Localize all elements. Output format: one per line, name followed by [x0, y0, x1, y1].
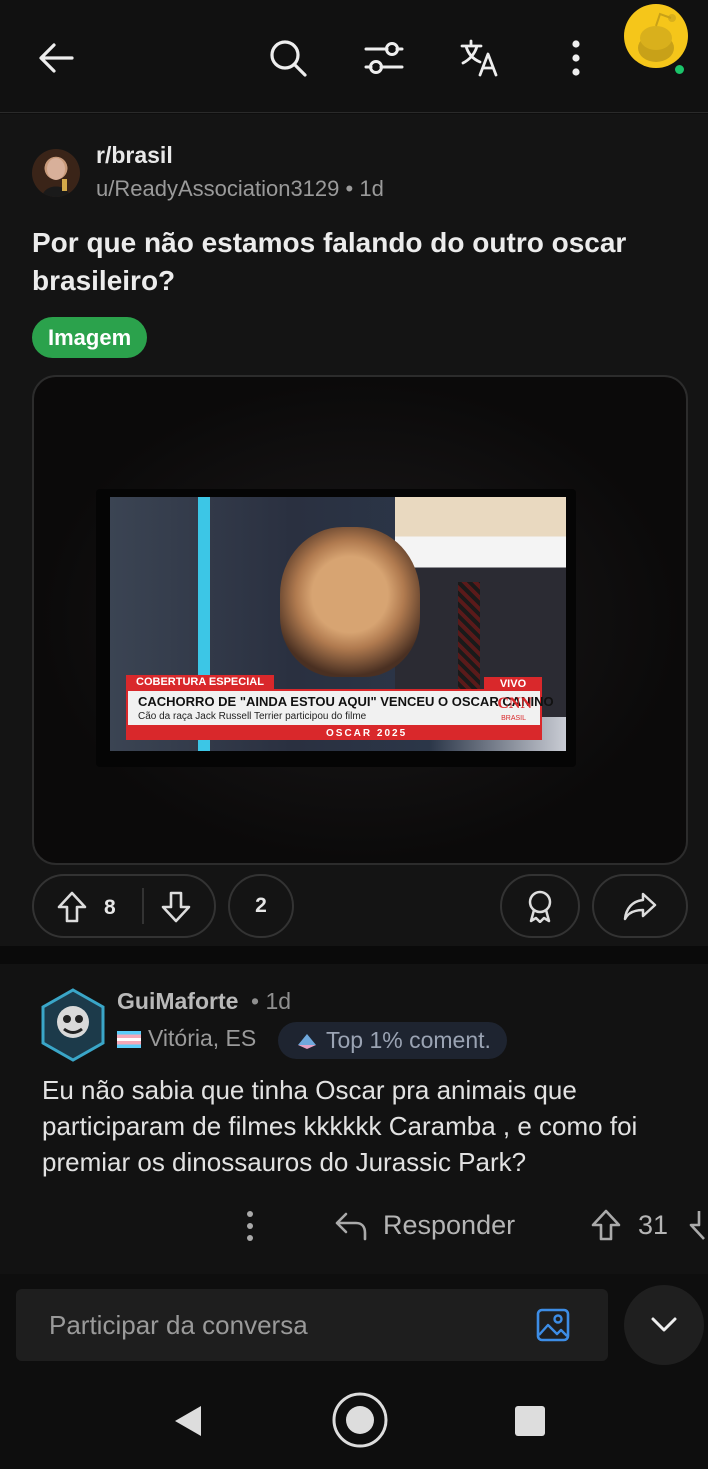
- share-icon: [623, 892, 657, 921]
- flag-icon: [117, 1031, 141, 1048]
- comment-composer: Participar da conversa: [0, 1274, 708, 1384]
- award-button[interactable]: [500, 874, 580, 938]
- badge-label: Top 1% coment.: [326, 1027, 491, 1053]
- vote-pill: 8: [32, 874, 216, 938]
- comment-upvote-icon[interactable]: [590, 1208, 622, 1247]
- share-button[interactable]: [592, 874, 688, 938]
- news-headline: CACHORRO DE "AINDA ESTOU AQUI" VENCEU O …: [138, 694, 554, 709]
- comment-more-icon[interactable]: [244, 1210, 256, 1247]
- more-vertical-icon[interactable]: [548, 30, 604, 86]
- chevron-down-icon: [651, 1317, 677, 1332]
- downvote-icon[interactable]: [160, 890, 192, 929]
- reply-button[interactable]: Responder: [383, 1210, 515, 1241]
- top-app-bar: [0, 0, 708, 113]
- upvote-icon[interactable]: [56, 890, 88, 929]
- award-icon: [528, 890, 552, 923]
- subreddit-avatar[interactable]: [32, 149, 80, 197]
- input-placeholder: Participar da conversa: [49, 1310, 308, 1340]
- comment-actions: Responder 31: [0, 1204, 708, 1248]
- comment-card: GuiMaforte • 1d Vitória, ES Top 1% comen…: [0, 964, 708, 1274]
- post-image[interactable]: COBERTURA ESPECIAL VIVO CACHORRO DE "AIN…: [32, 375, 688, 865]
- back-arrow-icon[interactable]: [28, 30, 84, 86]
- news-headline-box: CACHORRO DE "AINDA ESTOU AQUI" VENCEU O …: [126, 689, 554, 727]
- post-age: 1d: [359, 176, 384, 201]
- back-triangle-icon[interactable]: [172, 1404, 204, 1443]
- post-vote-count: 8: [104, 896, 116, 919]
- commenter-avatar[interactable]: [40, 988, 106, 1062]
- post-title[interactable]: Por que não estamos falando do outro osc…: [32, 224, 682, 300]
- comment-location: Vitória, ES: [148, 1025, 257, 1051]
- comment-line: Eu não sabia que tinha Oscar pra animais…: [42, 1075, 577, 1105]
- section-divider: [0, 946, 708, 964]
- comments-button[interactable]: 2: [228, 874, 294, 938]
- comment-line: participaram de filmes kkkkkk Caramba , …: [42, 1111, 638, 1141]
- badge-icon: [298, 1033, 316, 1049]
- reply-arrow-icon[interactable]: [334, 1210, 368, 1247]
- top-commenter-badge[interactable]: Top 1% coment.: [278, 1022, 507, 1059]
- image-attach-icon[interactable]: [536, 1308, 570, 1347]
- scroll-down-button[interactable]: [624, 1285, 704, 1365]
- comment-vote-count: 31: [638, 1210, 669, 1240]
- news-lower-third: COBERTURA ESPECIAL VIVO CACHORRO DE "AIN…: [116, 675, 554, 741]
- tv-screen: COBERTURA ESPECIAL VIVO CACHORRO DE "AIN…: [110, 497, 566, 751]
- comment-username[interactable]: GuiMaforte: [117, 988, 238, 1015]
- post-card: r/brasil u/ReadyAssociation3129 • 1d Por…: [0, 114, 708, 946]
- translate-icon[interactable]: [452, 30, 508, 86]
- vote-divider: [142, 888, 144, 924]
- join-conversation-input[interactable]: Participar da conversa: [16, 1289, 608, 1361]
- snoo-avatar-icon: [638, 12, 676, 62]
- comment-line: premiar os dinossauros do Jurassic Park?: [42, 1147, 527, 1177]
- search-icon[interactable]: [260, 30, 316, 86]
- comment-downvote-icon[interactable]: [688, 1208, 708, 1247]
- post-author[interactable]: u/ReadyAssociation3129: [96, 176, 339, 201]
- meta-separator: •: [345, 176, 354, 201]
- user-avatar[interactable]: [624, 4, 688, 68]
- comment-body: Eu não sabia que tinha Oscar pra animais…: [42, 1072, 708, 1180]
- news-subline: Cão da raça Jack Russell Terrier partici…: [138, 711, 367, 722]
- post-comment-count: 2: [255, 894, 267, 917]
- comment-age: • 1d: [251, 988, 292, 1014]
- news-ticker: OSCAR 2025: [126, 727, 542, 740]
- cnn-logo: CNN: [497, 695, 532, 712]
- post-meta: u/ReadyAssociation3129 • 1d: [96, 176, 384, 202]
- recents-square-icon[interactable]: [514, 1405, 546, 1442]
- filter-icon[interactable]: [356, 30, 412, 86]
- cnn-logo-sub: BRASIL: [501, 715, 526, 722]
- news-tag: COBERTURA ESPECIAL: [126, 675, 274, 689]
- post-flair[interactable]: Imagem: [32, 317, 148, 358]
- subreddit-name[interactable]: r/brasil: [96, 142, 173, 169]
- system-navigation-bar: [0, 1384, 708, 1469]
- dog-figure: [280, 527, 420, 677]
- tv-frame: COBERTURA ESPECIAL VIVO CACHORRO DE "AIN…: [96, 489, 576, 767]
- online-status-dot: [673, 63, 686, 76]
- home-circle-icon[interactable]: [332, 1392, 388, 1453]
